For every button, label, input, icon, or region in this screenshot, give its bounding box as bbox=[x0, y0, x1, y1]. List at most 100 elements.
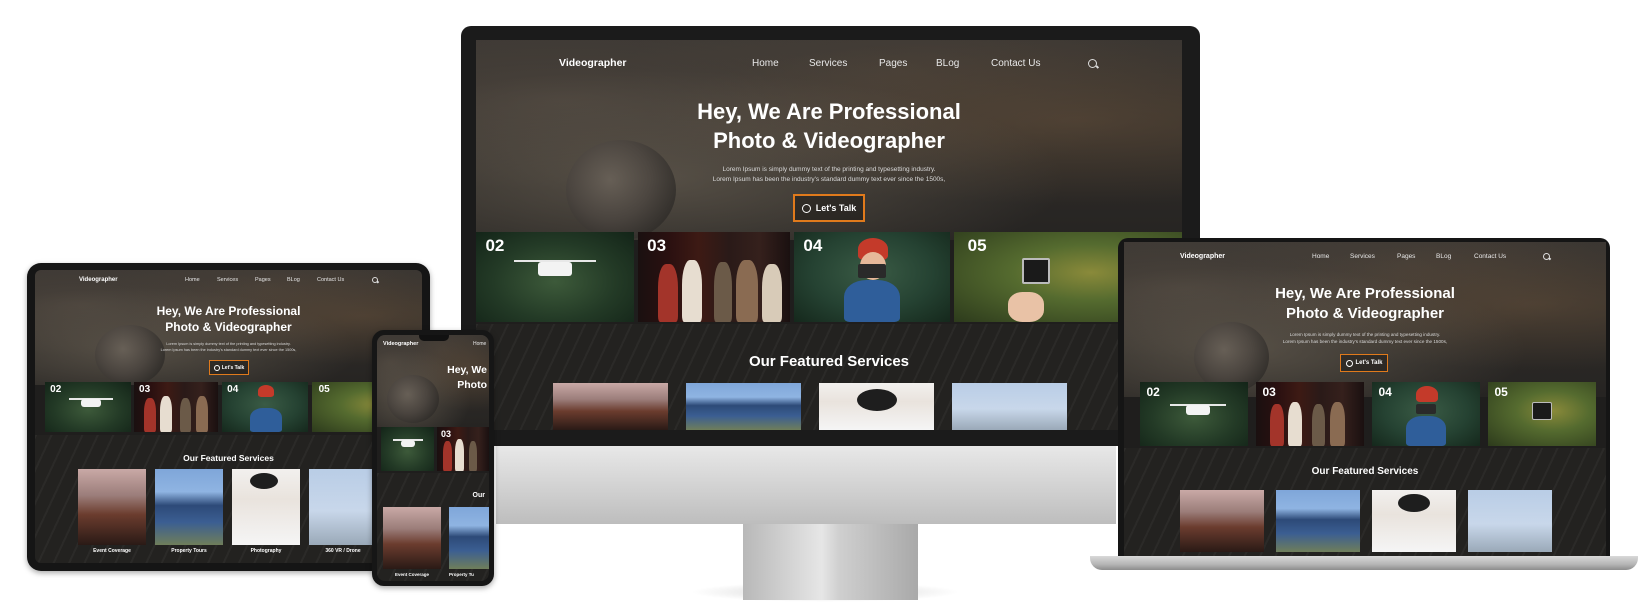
service-photography[interactable] bbox=[819, 383, 934, 430]
hero-title-line2: Photo & Videographer bbox=[1285, 304, 1445, 322]
search-icon[interactable] bbox=[372, 277, 378, 283]
service-event-coverage[interactable] bbox=[383, 507, 441, 569]
hero-title-line2: Photo & Videographer bbox=[713, 127, 945, 153]
laptop-navbar: Videographer Home Services Pages BLog Co… bbox=[1124, 248, 1606, 264]
caption-event-coverage: Event Coverage bbox=[394, 572, 429, 577]
service-360-drone[interactable] bbox=[1468, 490, 1552, 552]
tile-number: 02 bbox=[485, 235, 505, 255]
tile-number: 04 bbox=[803, 235, 823, 255]
tile-04[interactable]: 04 bbox=[1372, 382, 1480, 446]
lets-talk-button[interactable]: Let's Talk bbox=[1340, 354, 1388, 372]
search-icon[interactable] bbox=[1543, 253, 1550, 260]
nav-services[interactable]: Services bbox=[809, 58, 847, 69]
nav-contact[interactable]: Contact Us bbox=[991, 58, 1040, 69]
service-property-tours[interactable] bbox=[1276, 490, 1360, 552]
person-figure bbox=[736, 260, 758, 322]
caption-photography: Photography bbox=[250, 548, 282, 554]
tile-02[interactable]: 02 bbox=[1140, 382, 1248, 446]
tile-04[interactable]: 04 bbox=[222, 382, 308, 432]
nav-contact[interactable]: Contact Us bbox=[1474, 253, 1506, 260]
nav-services[interactable]: Services bbox=[1350, 253, 1375, 260]
lets-talk-button[interactable]: Let's Talk bbox=[209, 360, 249, 375]
tile-03[interactable]: 03 bbox=[134, 382, 218, 432]
tile-number: 02 bbox=[1146, 384, 1160, 399]
nav-pages[interactable]: Pages bbox=[255, 277, 271, 283]
nav-pages[interactable]: Pages bbox=[1397, 253, 1415, 260]
phone-navbar: Videographer Home bbox=[377, 338, 489, 350]
hero-microphone-image bbox=[387, 375, 439, 423]
person-figure bbox=[144, 398, 156, 432]
brand-logo[interactable]: Videographer bbox=[559, 57, 627, 69]
tile-05[interactable]: 05 bbox=[1488, 382, 1596, 446]
featured-services-title: Our Featured Services bbox=[1311, 466, 1419, 477]
person-figure bbox=[1330, 402, 1345, 446]
lets-talk-button[interactable]: Let's Talk bbox=[793, 194, 865, 222]
drone-body bbox=[538, 262, 572, 276]
search-icon[interactable] bbox=[1088, 59, 1097, 68]
tile-02[interactable]: 02 bbox=[45, 382, 131, 432]
nav-home[interactable]: Home bbox=[752, 58, 779, 69]
red-hat bbox=[258, 385, 274, 397]
hero-title-line1: Hey, We Are Professional bbox=[1275, 285, 1455, 302]
service-360-drone[interactable] bbox=[309, 469, 377, 545]
tablet-screen: Videographer Home Services Pages BLog Co… bbox=[35, 270, 422, 563]
tile-number: 05 bbox=[1494, 384, 1508, 399]
tile-03[interactable]: 03 bbox=[437, 427, 489, 471]
nav-pages[interactable]: Pages bbox=[879, 58, 907, 69]
nav-blog[interactable]: BLog bbox=[287, 277, 300, 283]
monitor-stand bbox=[743, 520, 918, 600]
nav-blog[interactable]: BLog bbox=[1436, 253, 1451, 260]
nav-home[interactable]: Home bbox=[1312, 253, 1329, 260]
nav-contact[interactable]: Contact Us bbox=[317, 277, 344, 283]
lets-talk-label: Let's Talk bbox=[1355, 360, 1383, 366]
service-event-coverage[interactable] bbox=[1180, 490, 1264, 552]
action-camera-icon bbox=[1022, 258, 1050, 284]
service-photography[interactable] bbox=[1372, 490, 1456, 552]
tile-03[interactable]: 03 bbox=[638, 232, 790, 322]
nav-home[interactable]: Home bbox=[185, 277, 200, 283]
service-property-tours[interactable] bbox=[449, 507, 489, 569]
service-property-tours[interactable] bbox=[155, 469, 223, 545]
tile-03[interactable]: 03 bbox=[1256, 382, 1364, 446]
camera-icon bbox=[1416, 404, 1436, 414]
service-photography[interactable] bbox=[232, 469, 300, 545]
tile-number: 03 bbox=[441, 429, 452, 439]
action-camera-icon bbox=[1532, 402, 1552, 420]
tile-02[interactable] bbox=[381, 427, 434, 471]
hero-subtitle-line2: Lorem Ipsum has been the industry's stan… bbox=[160, 347, 297, 352]
hero-title: Hey, We Photo bbox=[447, 363, 487, 393]
hero-title-line1: Hey, We bbox=[447, 364, 487, 376]
brand-logo[interactable]: Videographer bbox=[383, 341, 418, 347]
black-hat bbox=[857, 389, 897, 411]
hero-subtitle: Lorem Ipsum is simply dummy text of the … bbox=[1124, 332, 1606, 346]
tile-number: 05 bbox=[318, 384, 330, 395]
brand-logo[interactable]: Videographer bbox=[79, 277, 118, 283]
tile-number: 03 bbox=[139, 384, 151, 395]
nav-home[interactable]: Home bbox=[473, 341, 486, 347]
person-figure bbox=[658, 264, 678, 322]
tile-02[interactable]: 02 bbox=[476, 232, 634, 322]
whatsapp-icon bbox=[213, 364, 220, 371]
service-event-coverage[interactable] bbox=[553, 383, 668, 430]
person-figure bbox=[714, 262, 732, 322]
nav-blog[interactable]: BLog bbox=[936, 58, 959, 69]
hero-title-line2: Photo bbox=[457, 379, 487, 392]
person-figure bbox=[762, 264, 782, 322]
drone-body bbox=[81, 399, 101, 407]
service-event-coverage[interactable] bbox=[78, 469, 146, 545]
nav-services[interactable]: Services bbox=[217, 277, 238, 283]
service-property-tours[interactable] bbox=[686, 383, 801, 430]
hand-figure bbox=[1008, 292, 1044, 322]
desktop-screen: Videographer Home Services Pages BLog Co… bbox=[476, 40, 1182, 430]
person-figure bbox=[250, 408, 282, 432]
service-360-drone[interactable] bbox=[952, 383, 1067, 430]
black-hat bbox=[1398, 494, 1430, 512]
person-figure bbox=[682, 260, 702, 322]
hero-subtitle-line1: Lorem Ipsum is simply dummy text of the … bbox=[722, 166, 936, 173]
drone-body bbox=[401, 440, 415, 447]
hero-subtitle: Lorem Ipsum is simply dummy text of the … bbox=[476, 165, 1182, 185]
brand-logo[interactable]: Videographer bbox=[1180, 253, 1225, 260]
person-figure bbox=[1288, 402, 1302, 446]
tile-04[interactable]: 04 bbox=[794, 232, 950, 322]
red-hat bbox=[1416, 386, 1438, 402]
